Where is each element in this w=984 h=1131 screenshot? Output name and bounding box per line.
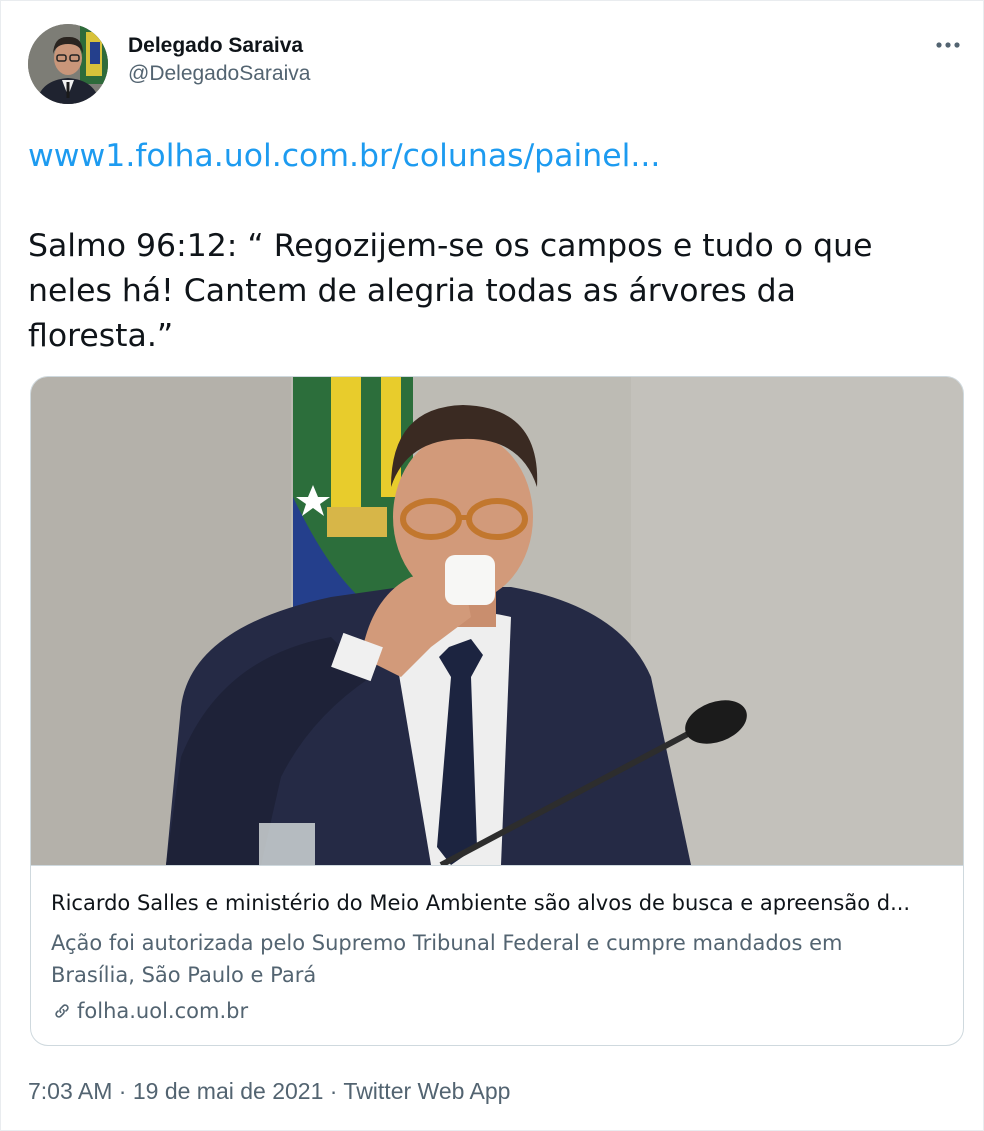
tweet-meta: 7:03 AM · 19 de mai de 2021 · Twitter We… [28, 1075, 510, 1107]
tweet-link[interactable]: www1.folha.uol.com.br/colunas/painel... [28, 134, 948, 179]
card-domain-text: folha.uol.com.br [77, 999, 249, 1023]
avatar-image [28, 24, 108, 104]
card-domain: folha.uol.com.br [51, 997, 248, 1025]
avatar[interactable] [28, 24, 108, 104]
card-image [31, 377, 963, 866]
link-chain-icon [55, 1004, 69, 1018]
meta-separator: · [112, 1078, 133, 1104]
tweet-source[interactable]: Twitter Web App [343, 1078, 510, 1104]
link-preview-card[interactable]: Ricardo Salles e ministério do Meio Ambi… [30, 376, 964, 1046]
meta-separator-2: · [323, 1078, 344, 1104]
more-options-button[interactable] [930, 30, 966, 60]
card-title: Ricardo Salles e ministério do Meio Ambi… [51, 891, 911, 915]
author-handle[interactable]: @DelegadoSaraiva [128, 60, 310, 88]
author-name[interactable]: Delegado Saraiva [128, 32, 310, 60]
tweet-time[interactable]: 7:03 AM [28, 1078, 112, 1104]
tweet-text: www1.folha.uol.com.br/colunas/painel... … [28, 134, 948, 359]
tweet-body: Salmo 96:12: “ Regozijem-se os campos e … [28, 228, 873, 354]
more-options-icon [936, 42, 960, 48]
tweet-date[interactable]: 19 de mai de 2021 [133, 1078, 324, 1104]
card-description: Ação foi autorizada pelo Supremo Tribuna… [51, 931, 843, 987]
author-block: Delegado Saraiva @DelegadoSaraiva [128, 32, 310, 88]
